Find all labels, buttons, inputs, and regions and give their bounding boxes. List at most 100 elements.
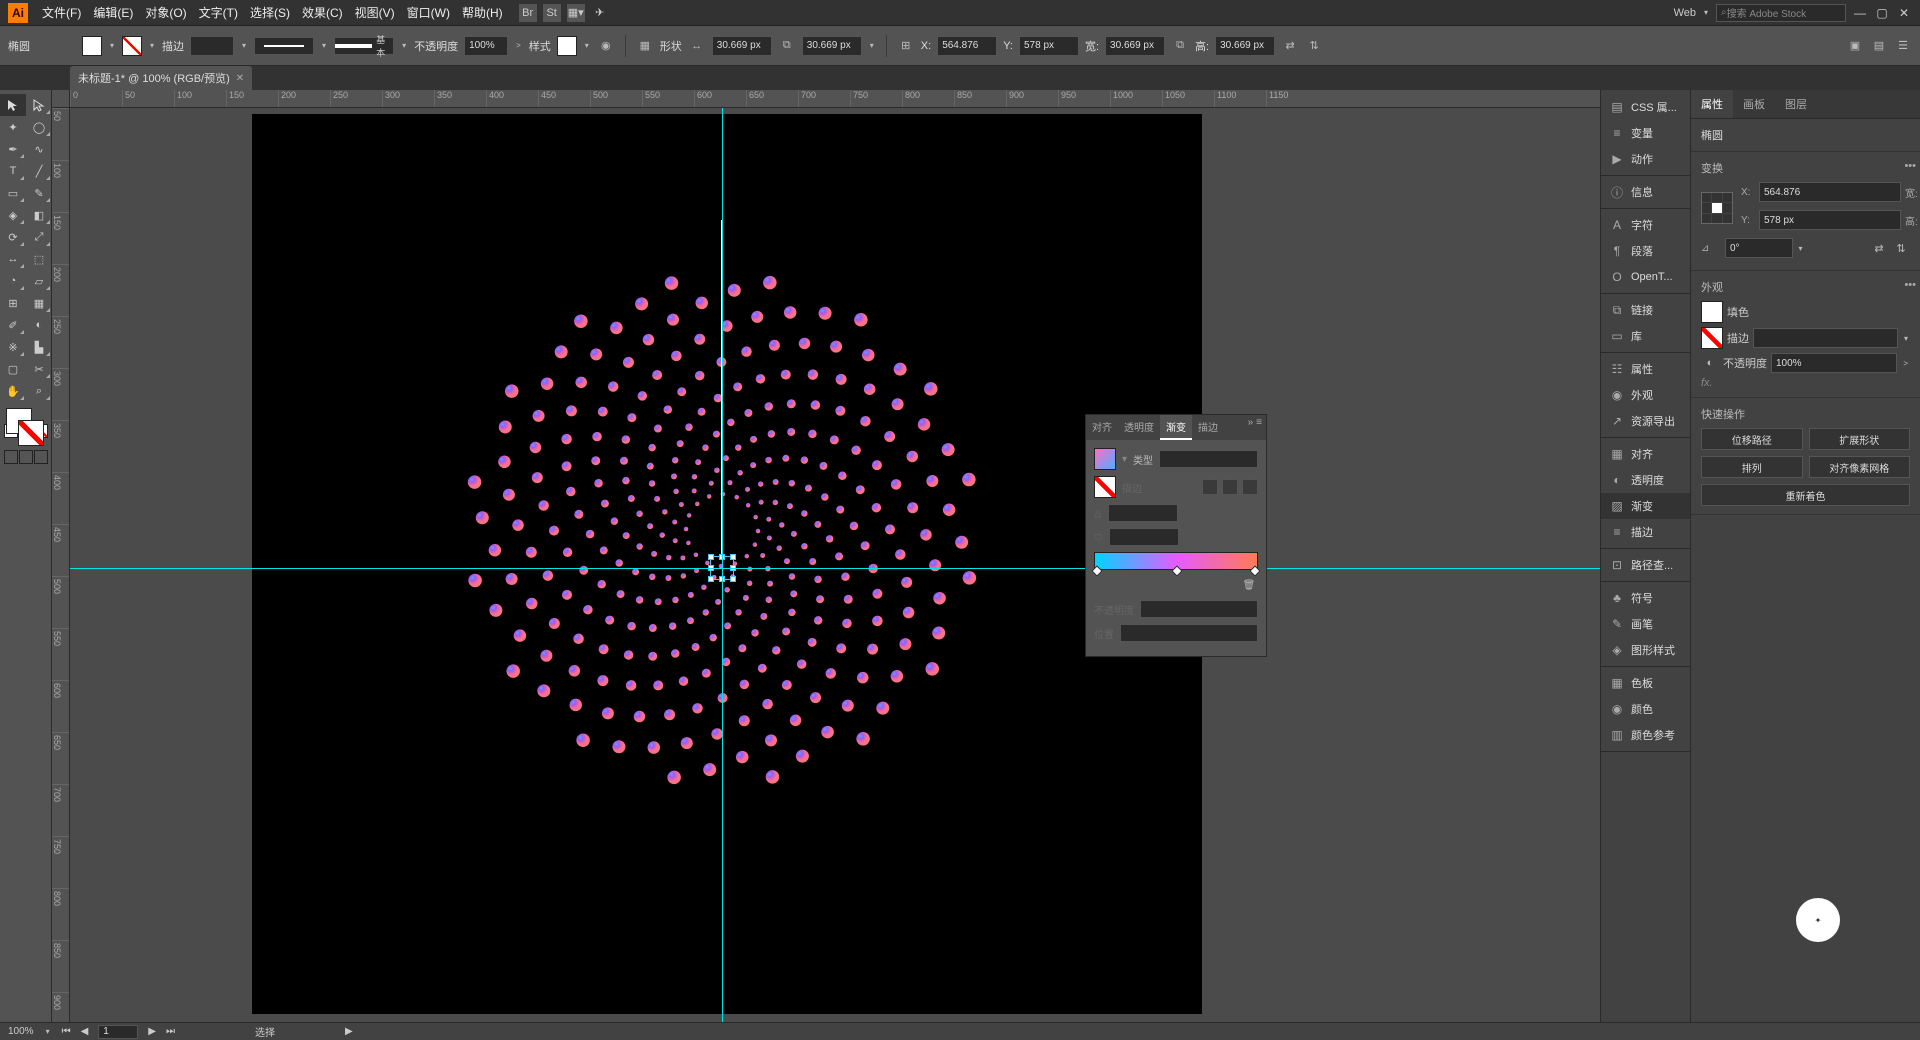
gradient-angle-dropdown[interactable] bbox=[1108, 504, 1178, 522]
stroke-grad-within-icon[interactable] bbox=[1202, 479, 1218, 495]
ruler-vertical[interactable]: 5010015020025030035040045050055060065070… bbox=[52, 108, 70, 1022]
stroke-grad-along-icon[interactable] bbox=[1222, 479, 1238, 495]
shaper-tool[interactable]: ◈ bbox=[0, 204, 26, 226]
dock-item-8[interactable]: ▭库 bbox=[1601, 323, 1690, 349]
style-swatch[interactable] bbox=[557, 36, 577, 56]
zoom-level[interactable]: 100% bbox=[8, 1026, 34, 1037]
dock-item-10[interactable]: ◉外观 bbox=[1601, 382, 1690, 408]
transform-menu-icon[interactable]: ••• bbox=[1904, 160, 1916, 172]
zoom-tool[interactable]: ⌕ bbox=[26, 380, 52, 402]
sel-handle-sw[interactable] bbox=[708, 576, 714, 582]
mesh-tool[interactable]: ⊞ bbox=[0, 292, 26, 314]
dock-item-14[interactable]: ▨渐变 bbox=[1601, 493, 1690, 519]
isolate-icon[interactable]: ▣ bbox=[1846, 37, 1864, 55]
line-tool[interactable]: ╱ bbox=[26, 160, 52, 182]
recolor-icon[interactable]: ◉ bbox=[597, 37, 615, 55]
sel-handle-se[interactable] bbox=[730, 576, 736, 582]
menu-window[interactable]: 窗口(W) bbox=[401, 0, 456, 25]
eyedropper-tool[interactable]: ✐ bbox=[0, 314, 26, 336]
menu-select[interactable]: 选择(S) bbox=[244, 0, 296, 25]
grad-stop-1[interactable] bbox=[1091, 565, 1102, 576]
dock-item-19[interactable]: ◈图形样式 bbox=[1601, 637, 1690, 663]
stroke-grad-across-icon[interactable] bbox=[1242, 479, 1258, 495]
menu-effect[interactable]: 效果(C) bbox=[296, 0, 349, 25]
gradient-aspect-dropdown[interactable] bbox=[1109, 528, 1179, 546]
artboard-nav-prev-icon[interactable]: ◀ bbox=[81, 1026, 89, 1037]
gradient-ramp[interactable] bbox=[1094, 552, 1258, 570]
btn-arrange[interactable]: 排列 bbox=[1701, 456, 1803, 478]
brush-definition[interactable]: 基本 bbox=[334, 37, 394, 55]
tab-artboards[interactable]: 画板 bbox=[1733, 90, 1775, 118]
draw-inside[interactable] bbox=[34, 450, 48, 464]
gradient-preview-swatch[interactable] bbox=[1094, 448, 1116, 470]
stroke-indicator[interactable] bbox=[18, 420, 44, 446]
gpu-icon[interactable]: ✈ bbox=[591, 4, 609, 22]
guide-horizontal[interactable] bbox=[70, 568, 1600, 569]
height-input[interactable] bbox=[1215, 36, 1275, 56]
gradient-type-dropdown[interactable] bbox=[1159, 450, 1258, 468]
tab-close-icon[interactable]: ✕ bbox=[236, 73, 244, 84]
stroke-dropdown-icon[interactable]: ▾ bbox=[148, 41, 156, 50]
dock-item-11[interactable]: ↗资源导出 bbox=[1601, 408, 1690, 434]
menu-view[interactable]: 视图(V) bbox=[349, 0, 401, 25]
flip-v-icon[interactable]: ⇅ bbox=[1305, 37, 1323, 55]
link-wh-icon[interactable]: ⧉ bbox=[778, 37, 796, 55]
shape-w-input[interactable] bbox=[712, 36, 772, 56]
artboard-tool[interactable]: ▢ bbox=[0, 358, 26, 380]
appear-stroke-swatch[interactable] bbox=[1701, 327, 1723, 349]
menu-help[interactable]: 帮助(H) bbox=[456, 0, 509, 25]
appear-stroke-input[interactable] bbox=[1753, 328, 1898, 348]
bridge-icon[interactable]: Br bbox=[519, 4, 537, 22]
tab-layers[interactable]: 图层 bbox=[1775, 90, 1817, 118]
prop-y-input[interactable] bbox=[1759, 210, 1901, 230]
fx-button[interactable]: fx. bbox=[1701, 377, 1910, 389]
perspective-tool[interactable]: ▱ bbox=[26, 270, 52, 292]
dock-item-16[interactable]: ⊡路径查... bbox=[1601, 552, 1690, 578]
btn-offset-path[interactable]: 位移路径 bbox=[1701, 428, 1803, 450]
hand-tool[interactable]: ✋ bbox=[0, 380, 26, 402]
dock-item-6[interactable]: OOpenT... bbox=[1601, 264, 1690, 290]
paintbrush-tool[interactable]: ✎ bbox=[26, 182, 52, 204]
appear-opacity-input[interactable] bbox=[1771, 353, 1897, 373]
dock-item-12[interactable]: ▦对齐 bbox=[1601, 441, 1690, 467]
eraser-tool[interactable]: ◧ bbox=[26, 204, 52, 226]
gradient-opacity-dropdown[interactable] bbox=[1140, 600, 1258, 618]
dock-item-20[interactable]: ▦色板 bbox=[1601, 670, 1690, 696]
search-adobe-stock[interactable]: ⌕ 搜索 Adobe Stock bbox=[1716, 4, 1846, 22]
dock-item-1[interactable]: ≡变量 bbox=[1601, 120, 1690, 146]
lasso-tool[interactable]: ◯ bbox=[26, 116, 52, 138]
selection-tool[interactable] bbox=[0, 94, 26, 116]
menu-object[interactable]: 对象(O) bbox=[139, 0, 192, 25]
width-tool[interactable]: ↔ bbox=[0, 248, 26, 270]
align-icon[interactable]: ▦ bbox=[636, 37, 654, 55]
dock-item-5[interactable]: ¶段落 bbox=[1601, 238, 1690, 264]
rectangle-tool[interactable]: ▭ bbox=[0, 182, 26, 204]
sel-handle-nw[interactable] bbox=[708, 554, 714, 560]
stroke-swatch[interactable] bbox=[122, 36, 142, 56]
minimize-button[interactable]: — bbox=[1852, 6, 1868, 20]
menu-file[interactable]: 文件(F) bbox=[36, 0, 87, 25]
flip-h-icon[interactable]: ⇄ bbox=[1281, 37, 1299, 55]
btn-expand-shape[interactable]: 扩展形状 bbox=[1809, 428, 1911, 450]
direct-selection-tool[interactable] bbox=[26, 94, 52, 116]
gradient-stroke-swatch[interactable] bbox=[1094, 476, 1116, 498]
close-button[interactable]: ✕ bbox=[1896, 6, 1912, 20]
maximize-button[interactable]: ▢ bbox=[1874, 6, 1890, 20]
flip-v-prop-icon[interactable]: ⇅ bbox=[1892, 239, 1910, 257]
curvature-tool[interactable]: ∿ bbox=[26, 138, 52, 160]
edit-icon[interactable]: ▤ bbox=[1870, 37, 1888, 55]
dock-item-13[interactable]: ◐透明度 bbox=[1601, 467, 1690, 493]
link-dim-icon[interactable]: ⧉ bbox=[1171, 37, 1189, 55]
slice-tool[interactable]: ✂ bbox=[26, 358, 52, 380]
appear-fill-swatch[interactable] bbox=[1701, 301, 1723, 323]
grad-stop-3[interactable] bbox=[1249, 565, 1260, 576]
ruler-horizontal[interactable]: 0501001502002503003504004505005506006507… bbox=[70, 90, 1600, 108]
type-tool[interactable]: T bbox=[0, 160, 26, 182]
stroke-width-input[interactable] bbox=[190, 36, 234, 56]
gp-tab-transparency[interactable]: 透明度 bbox=[1118, 415, 1160, 440]
symbol-sprayer-tool[interactable]: ※ bbox=[0, 336, 26, 358]
btn-recolor[interactable]: 重新着色 bbox=[1701, 484, 1910, 506]
flip-h-prop-icon[interactable]: ⇄ bbox=[1870, 239, 1888, 257]
tab-properties[interactable]: 属性 bbox=[1691, 90, 1733, 118]
fill-swatch[interactable] bbox=[82, 36, 102, 56]
